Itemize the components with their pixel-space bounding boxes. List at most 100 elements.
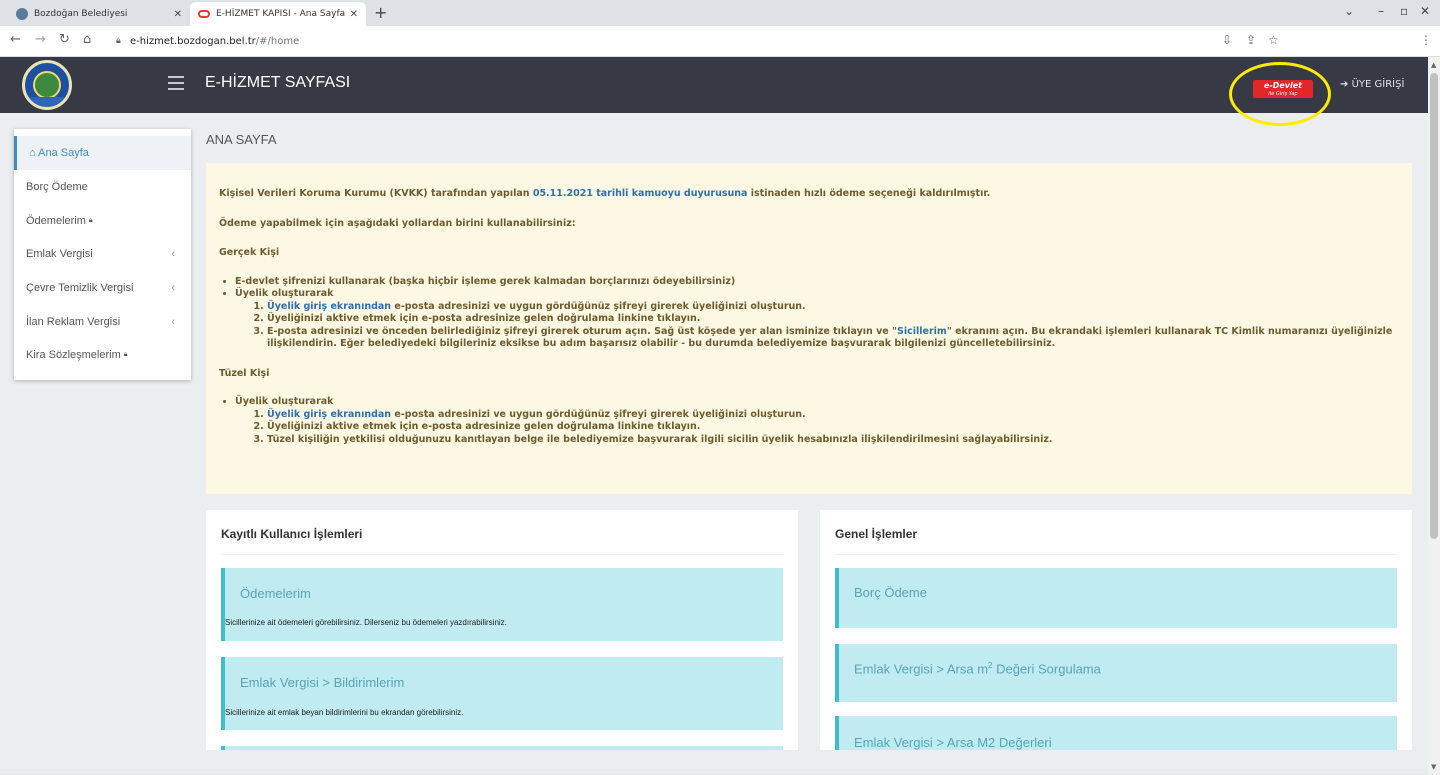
url-path: /#/home <box>255 36 300 47</box>
page-title: ANA SAYFA <box>206 132 277 147</box>
list-item: Üyeliğinizi aktive etmek için e-posta ad… <box>267 313 1399 326</box>
home-icon[interactable]: ⌂ <box>83 32 91 47</box>
page-scrollbar[interactable]: ▲ ▼ <box>1428 57 1440 775</box>
real-person-list: E-devlet şifrenizi kullanarak (başka hiç… <box>235 276 1399 351</box>
municipality-logo[interactable] <box>22 60 72 110</box>
menu-toggle-icon[interactable] <box>168 76 184 90</box>
chevron-left-icon: ‹ <box>171 282 175 294</box>
list-item: Üyeliğinizi aktive etmek için e-posta ad… <box>267 421 1399 434</box>
browser-menu-icon[interactable]: ⋮ <box>1420 33 1432 47</box>
sidebar-item-borc-odeme[interactable]: Borç Ödeme <box>14 170 191 204</box>
list-item: Üyelik giriş ekranından e-posta adresini… <box>267 409 1399 422</box>
tab-title: Bozdoğan Belediyesi <box>34 9 128 19</box>
scroll-down-icon[interactable]: ▼ <box>1431 763 1436 771</box>
browser-tab-active[interactable]: E-HİZMET KAPISI - Ana Sayfa ✕ <box>190 2 366 26</box>
sidebar-item-odemelerim[interactable]: Ödemelerim 🔒︎ <box>14 204 191 238</box>
next-card[interactable] <box>221 746 783 750</box>
member-login-screen-link[interactable]: Üyelik giriş ekranından <box>267 409 391 420</box>
sidebar-item-cevre-temizlik-vergisi[interactable]: Çevre Temizlik Vergisi ‹ <box>14 271 191 305</box>
close-tab-icon[interactable]: ✕ <box>350 9 358 20</box>
logo-emblem <box>33 71 61 99</box>
tab-title: E-HİZMET KAPISI - Ana Sayfa <box>216 9 346 19</box>
bookmark-star-icon[interactable]: ☆ <box>1268 33 1279 47</box>
list-item: Üyelik giriş ekranından e-posta adresini… <box>267 301 1399 314</box>
sign-in-icon: ➔ <box>1340 79 1349 90</box>
restore-icon[interactable]: ▫ <box>1400 4 1408 18</box>
close-tab-icon[interactable]: ✕ <box>174 9 182 20</box>
step-text: e-posta adresinizi ve uygun gördüğünüz ş… <box>391 408 806 420</box>
scroll-up-icon[interactable]: ▲ <box>1431 61 1436 69</box>
list-item: Üyelik oluşturarak Üyelik giriş ekranınd… <box>235 288 1399 351</box>
share-icon[interactable]: ⇪ <box>1246 33 1256 47</box>
site-header: E-HİZMET SAYFASI e-Devlet ile Giriş Yap … <box>0 57 1428 113</box>
install-app-icon[interactable]: ⇩ <box>1222 33 1232 47</box>
real-person-title: Gerçek Kişi <box>219 247 280 258</box>
url-host: e-hizmet.bozdogan.bel.tr <box>130 36 256 47</box>
list-item: E-posta adresinizi ve önceden belirlediğ… <box>267 326 1399 351</box>
sidebar-item-kira-sozlesmelerim[interactable]: Kira Sözleşmelerim 🔒︎ <box>14 338 191 372</box>
minimize-icon[interactable]: – <box>1378 4 1384 18</box>
notice-ways: Ödeme yapabilmek için aşağıdaki yollarda… <box>219 217 576 229</box>
reload-icon[interactable]: ↻ <box>59 32 70 47</box>
lock-icon: 🔒︎ <box>88 217 93 224</box>
chevron-left-icon: ‹ <box>171 316 175 328</box>
arsa-m2-degerleri-card[interactable]: Emlak Vergisi > Arsa M2 Değerleri <box>835 716 1397 750</box>
odemelerim-card[interactable]: Ödemelerim Sicillerinize ait ödemeleri g… <box>221 568 783 641</box>
panel-title: Genel İşlemler <box>835 527 918 541</box>
notice-text: Kişisel Verileri Koruma Kurumu (KVKK) ta… <box>219 188 533 199</box>
member-login-label: ÜYE GİRİŞİ <box>1351 79 1405 90</box>
lock-icon: 🔒︎ <box>116 36 121 46</box>
highlight-annotation <box>1229 62 1331 126</box>
bottom-edge <box>0 769 1428 775</box>
sidebar-item-ilan-reklam-vergisi[interactable]: İlan Reklam Vergisi ‹ <box>14 305 191 339</box>
logo-band <box>25 97 69 107</box>
close-window-icon[interactable]: ✕ <box>1420 4 1430 18</box>
scrollbar-thumb[interactable] <box>1430 73 1438 539</box>
notice-intro: Kişisel Verileri Koruma Kurumu (KVKK) ta… <box>219 188 1399 201</box>
registered-user-panel: Kayıtlı Kullanıcı İşlemleri Ödemelerim S… <box>206 510 798 750</box>
sidebar-item-label: Kira Sözleşmelerim <box>26 349 121 361</box>
sidebar-item-label: Ödemelerim <box>26 215 86 227</box>
card-title: Borç Ödeme <box>854 585 927 600</box>
card-description: Sicillerinize ait ödemeleri görebilirsin… <box>225 618 507 627</box>
steps-list: Üyelik giriş ekranından e-posta adresini… <box>267 409 1399 447</box>
site-title: E-HİZMET SAYFASI <box>205 74 351 91</box>
site-favicon-icon <box>16 8 28 20</box>
borc-odeme-card[interactable]: Borç Ödeme <box>835 568 1397 628</box>
sidebar-item-label: Ana Sayfa <box>38 147 89 159</box>
sidebar-item-ana-sayfa[interactable]: ⌂ Ana Sayfa <box>14 136 191 170</box>
member-login-link[interactable]: ➔ ÜYE GİRİŞİ <box>1340 79 1404 90</box>
divider <box>835 554 1397 555</box>
kvkk-notice: Kişisel Verileri Koruma Kurumu (KVKK) ta… <box>206 163 1412 494</box>
list-item: Üyelik oluşturarak Üyelik giriş ekranınd… <box>235 396 1399 446</box>
kvkk-announcement-link[interactable]: 05.11.2021 tarihli kamuoyu duyurusuna <box>533 188 748 199</box>
new-tab-icon[interactable]: + <box>374 3 387 22</box>
sidebar-menu: ⌂ Ana Sayfa Borç Ödeme Ödemelerim 🔒︎ Emla… <box>14 129 191 380</box>
list-item: E-devlet şifrenizi kullanarak (başka hiç… <box>235 276 1399 289</box>
arsa-deger-sorgulama-card[interactable]: Emlak Vergisi > Arsa m2 Değeri Sorgulama <box>835 644 1397 702</box>
home-icon: ⌂ <box>29 147 36 159</box>
url-field[interactable]: 🔒︎ e-hizmet.bozdogan.bel.tr/#/home <box>108 31 1288 52</box>
sidebar-item-label: Borç Ödeme <box>26 181 88 193</box>
sicillerim-link[interactable]: Sicillerim <box>897 326 947 337</box>
card-title: Ödemelerim <box>240 586 311 601</box>
emlak-bildirimlerim-card[interactable]: Emlak Vergisi > Bildirimlerim Sicillerin… <box>221 657 783 730</box>
forward-icon[interactable]: → <box>35 32 46 47</box>
back-icon[interactable]: ← <box>10 32 21 47</box>
card-title: Emlak Vergisi > Bildirimlerim <box>240 675 405 690</box>
panel-title: Kayıtlı Kullanıcı İşlemleri <box>221 527 363 541</box>
notice-text: istinaden hızlı ödeme seçeneği kaldırılm… <box>747 188 991 199</box>
browser-address-bar: ← → ↻ ⌂ 🔒︎ e-hizmet.bozdogan.bel.tr/#/ho… <box>0 26 1440 57</box>
card-description: Sicillerinize ait emlak beyan bildirimle… <box>225 708 464 717</box>
member-login-screen-link[interactable]: Üyelik giriş ekranından <box>267 301 391 312</box>
lock-icon: 🔒︎ <box>123 351 128 358</box>
sidebar-item-label: Emlak Vergisi <box>26 248 93 260</box>
tab-search-icon[interactable]: ⌄ <box>1344 4 1354 18</box>
step-text: E-posta adresinizi ve önceden belirlediğ… <box>267 325 898 337</box>
card-title: Emlak Vergisi > Arsa m2 Değeri Sorgulama <box>854 661 1101 676</box>
sidebar-item-label: Çevre Temizlik Vergisi <box>26 282 134 294</box>
browser-tab[interactable]: Bozdoğan Belediyesi ✕ <box>8 2 190 26</box>
sidebar-item-emlak-vergisi[interactable]: Emlak Vergisi ‹ <box>14 237 191 271</box>
general-operations-panel: Genel İşlemler Borç Ödeme Emlak Vergisi … <box>820 510 1412 750</box>
card-title-text: Emlak Vergisi > Arsa m <box>854 661 989 677</box>
